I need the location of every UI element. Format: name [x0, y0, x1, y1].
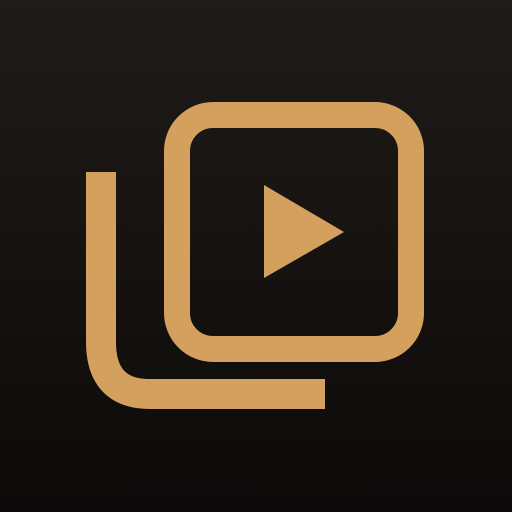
- app-icon: [0, 0, 512, 512]
- icon-background: [0, 0, 512, 512]
